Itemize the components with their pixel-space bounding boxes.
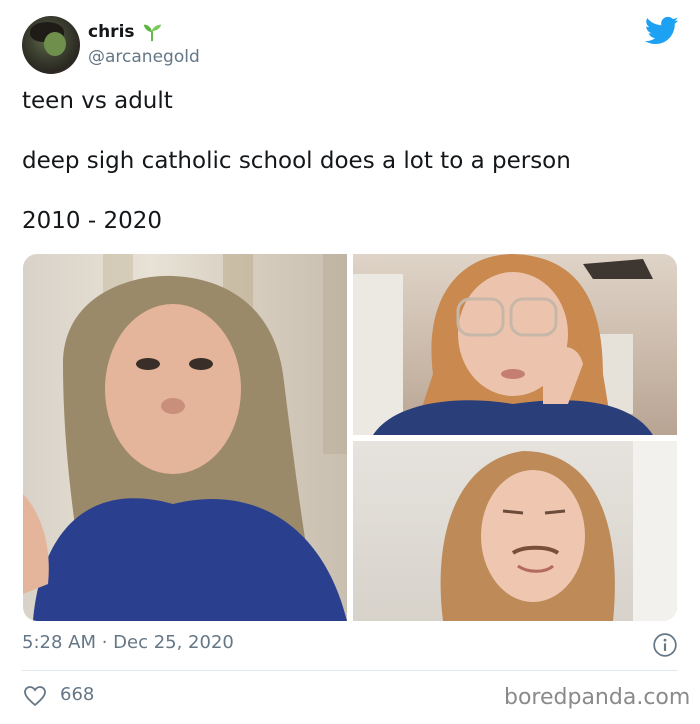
tweet-text-line-3: 2010 - 2020: [22, 208, 162, 234]
heart-icon[interactable]: [23, 684, 47, 708]
like-count: 668: [60, 684, 95, 705]
teen-photo[interactable]: [23, 254, 347, 621]
user-handle[interactable]: @arcanegold: [88, 47, 200, 67]
avatar[interactable]: [22, 16, 80, 74]
info-icon[interactable]: [652, 632, 678, 658]
tweet-timestamp[interactable]: 5:28 AM · Dec 25, 2020: [22, 632, 234, 653]
adult-photo-smiling[interactable]: [353, 441, 677, 621]
sprout-icon: [143, 24, 162, 42]
teen-photo-illustration: [23, 254, 347, 621]
watermark: boredpanda.com: [504, 685, 691, 710]
tweet-text-line-2: deep sigh catholic school does a lot to …: [22, 148, 571, 174]
divider: [22, 670, 678, 671]
tweet-text-line-1: teen vs adult: [22, 88, 173, 114]
adult-photo-glasses-illustration: [353, 254, 653, 435]
adult-photo-smiling-illustration: [440, 441, 677, 621]
avatar-face: [44, 32, 66, 56]
user-name[interactable]: chris: [88, 22, 135, 42]
twitter-bird-icon[interactable]: [645, 16, 679, 46]
adult-photo-glasses[interactable]: [353, 254, 677, 435]
